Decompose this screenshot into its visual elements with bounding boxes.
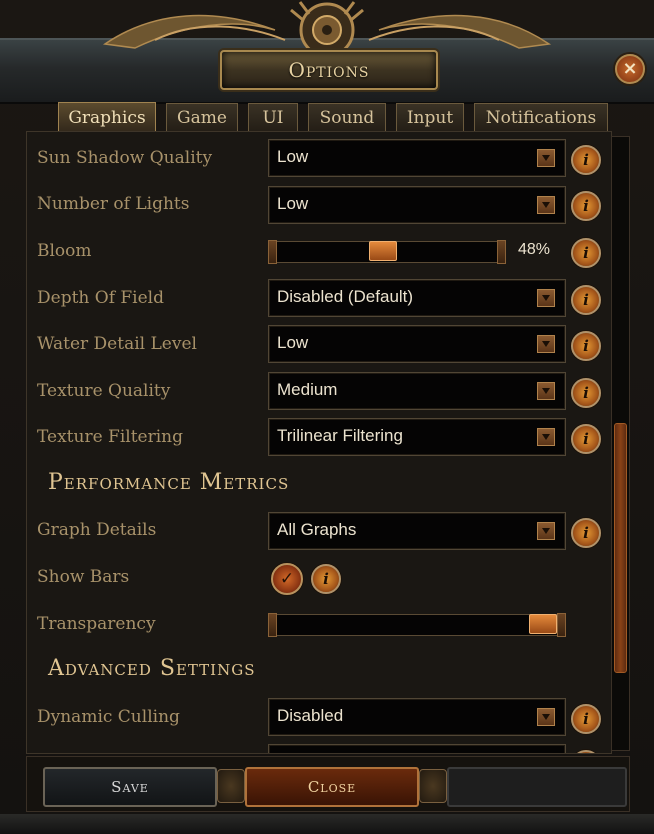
bloom-label: Bloom bbox=[37, 241, 92, 261]
bloom-percent: 48% bbox=[518, 241, 551, 258]
settings-panel: Sun Shadow Quality Low i Number of Light… bbox=[26, 131, 612, 754]
texture-filtering-select[interactable]: Trilinear Filtering bbox=[268, 418, 566, 456]
texture-quality-value: Medium bbox=[277, 380, 338, 399]
tab-ui[interactable]: UI bbox=[248, 103, 298, 131]
texture-quality-label: Texture Quality bbox=[37, 381, 171, 401]
info-icon[interactable]: i bbox=[571, 704, 601, 734]
depth-of-field-label: Depth Of Field bbox=[37, 288, 165, 308]
slider-left-cap bbox=[268, 613, 277, 637]
window-title-plate: Options bbox=[220, 50, 438, 90]
graph-details-select[interactable]: All Graphs bbox=[268, 512, 566, 550]
chevron-down-icon[interactable] bbox=[537, 428, 555, 446]
sun-shadow-quality-value: Low bbox=[277, 147, 309, 166]
window-bottom-band bbox=[0, 814, 654, 834]
water-detail-level-select[interactable]: Low bbox=[268, 325, 566, 363]
transparency-slider[interactable] bbox=[268, 613, 566, 637]
graph-details-value: All Graphs bbox=[277, 520, 357, 539]
sun-shadow-quality-label: Sun Shadow Quality bbox=[37, 148, 213, 168]
scrollbar-thumb[interactable] bbox=[614, 423, 627, 673]
water-detail-level-label: Water Detail Level bbox=[37, 334, 197, 354]
chevron-down-icon[interactable] bbox=[537, 382, 555, 400]
advanced-settings-heading: Advanced Settings bbox=[48, 656, 256, 681]
chevron-down-icon[interactable] bbox=[537, 289, 555, 307]
settings-scrollbar[interactable] bbox=[611, 136, 630, 751]
info-icon[interactable]: i bbox=[571, 285, 601, 315]
show-bars-label: Show Bars bbox=[37, 567, 130, 587]
footer-ornament bbox=[217, 769, 245, 803]
save-button[interactable]: Save bbox=[43, 767, 217, 807]
dynamic-culling-select[interactable]: Disabled bbox=[268, 698, 566, 736]
slider-right-cap bbox=[497, 240, 506, 264]
depth-of-field-value: Disabled (Default) bbox=[277, 287, 414, 306]
water-detail-level-value: Low bbox=[277, 333, 309, 352]
bloom-slider[interactable] bbox=[268, 240, 506, 264]
chevron-down-icon[interactable] bbox=[537, 335, 555, 353]
chevron-down-icon[interactable] bbox=[537, 196, 555, 214]
info-icon[interactable]: i bbox=[571, 424, 601, 454]
footer-bar: Save Close bbox=[26, 756, 630, 812]
tab-input[interactable]: Input bbox=[396, 103, 464, 131]
bloom-slider-handle[interactable] bbox=[369, 241, 398, 261]
footer-ornament bbox=[419, 769, 447, 803]
transparency-slider-handle[interactable] bbox=[529, 614, 557, 634]
texture-filtering-value: Trilinear Filtering bbox=[277, 426, 403, 445]
info-icon[interactable]: i bbox=[571, 238, 601, 268]
next-setting-select[interactable] bbox=[268, 744, 566, 753]
chevron-down-icon[interactable] bbox=[537, 708, 555, 726]
number-of-lights-label: Number of Lights bbox=[37, 194, 190, 214]
tab-game[interactable]: Game bbox=[166, 103, 238, 131]
texture-quality-select[interactable]: Medium bbox=[268, 372, 566, 410]
number-of-lights-value: Low bbox=[277, 194, 309, 213]
info-icon[interactable] bbox=[571, 750, 601, 753]
tab-graphics[interactable]: Graphics bbox=[58, 102, 156, 132]
tab-sound[interactable]: Sound bbox=[308, 103, 386, 131]
show-bars-checkbox[interactable]: ✓ bbox=[271, 563, 303, 595]
info-icon[interactable]: i bbox=[571, 191, 601, 221]
transparency-label: Transparency bbox=[37, 614, 156, 634]
options-window: Options × Graphics Game UI Sound Input N… bbox=[0, 0, 654, 834]
dynamic-culling-value: Disabled bbox=[277, 706, 344, 725]
texture-filtering-label: Texture Filtering bbox=[37, 427, 183, 447]
info-icon[interactable]: i bbox=[571, 145, 601, 175]
slider-left-cap bbox=[268, 240, 277, 264]
window-title: Options bbox=[288, 58, 370, 82]
sun-shadow-quality-select[interactable]: Low bbox=[268, 139, 566, 177]
empty-button-slot bbox=[447, 767, 627, 807]
dynamic-culling-label: Dynamic Culling bbox=[37, 707, 180, 727]
info-icon[interactable]: i bbox=[571, 331, 601, 361]
number-of-lights-select[interactable]: Low bbox=[268, 186, 566, 224]
info-icon[interactable]: i bbox=[571, 378, 601, 408]
slider-right-cap bbox=[557, 613, 566, 637]
close-button[interactable]: Close bbox=[245, 767, 419, 807]
info-icon[interactable]: i bbox=[571, 518, 601, 548]
close-window-icon[interactable]: × bbox=[615, 54, 645, 84]
chevron-down-icon[interactable] bbox=[537, 522, 555, 540]
performance-metrics-heading: Performance Metrics bbox=[48, 470, 290, 495]
graph-details-label: Graph Details bbox=[37, 520, 157, 540]
depth-of-field-select[interactable]: Disabled (Default) bbox=[268, 279, 566, 317]
chevron-down-icon[interactable] bbox=[537, 149, 555, 167]
tab-notifications[interactable]: Notifications bbox=[474, 103, 608, 131]
info-icon[interactable]: i bbox=[311, 564, 341, 594]
